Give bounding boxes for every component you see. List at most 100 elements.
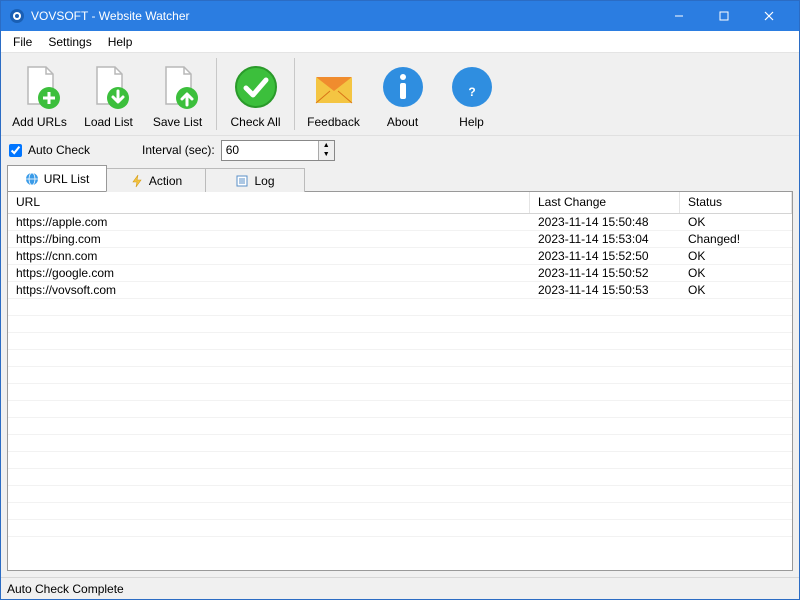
table-row: [8, 520, 792, 537]
load-list-button[interactable]: Load List: [74, 55, 143, 133]
cell-status: [680, 401, 792, 417]
toolbtn-label: About: [387, 115, 418, 129]
table-row: [8, 350, 792, 367]
cell-url: [8, 367, 530, 383]
interval-label: Interval (sec):: [142, 143, 215, 157]
cell-last-change: [530, 503, 680, 519]
toolbar-separator: [216, 58, 217, 130]
cell-last-change: 2023-11-14 15:50:53: [530, 282, 680, 298]
table-row: [8, 333, 792, 350]
log-icon: [235, 174, 249, 188]
cell-status: [680, 316, 792, 332]
cell-status: OK: [680, 282, 792, 298]
table-row: [8, 469, 792, 486]
cell-status: OK: [680, 265, 792, 281]
table-row[interactable]: https://vovsoft.com2023-11-14 15:50:53OK: [8, 282, 792, 299]
cell-url: https://vovsoft.com: [8, 282, 530, 298]
info-circle-icon: [379, 63, 427, 111]
window-title: VOVSOFT - Website Watcher: [31, 9, 189, 23]
cell-url: [8, 418, 530, 434]
tab-url-list[interactable]: URL List: [7, 165, 107, 191]
document-upload-icon: [154, 63, 202, 111]
add-urls-button[interactable]: Add URLs: [5, 55, 74, 133]
document-download-icon: [85, 63, 133, 111]
auto-check-checkbox[interactable]: [9, 144, 22, 157]
cell-status: [680, 350, 792, 366]
cell-status: [680, 486, 792, 502]
cell-last-change: [530, 316, 680, 332]
cell-last-change: [530, 418, 680, 434]
table-row[interactable]: https://google.com2023-11-14 15:50:52OK: [8, 265, 792, 282]
help-button[interactable]: ? Help: [437, 55, 506, 133]
cell-last-change: [530, 452, 680, 468]
cell-last-change: [530, 333, 680, 349]
table-row: [8, 401, 792, 418]
table-row[interactable]: https://cnn.com2023-11-14 15:52:50OK: [8, 248, 792, 265]
tab-label: Log: [254, 174, 274, 188]
cell-last-change: 2023-11-14 15:50:48: [530, 214, 680, 230]
cell-status: [680, 299, 792, 315]
menu-help[interactable]: Help: [100, 33, 141, 51]
minimize-button[interactable]: [656, 1, 701, 31]
options-row: Auto Check Interval (sec): ▲ ▼: [1, 136, 799, 164]
table-row[interactable]: https://apple.com2023-11-14 15:50:48OK: [8, 214, 792, 231]
cell-url: https://bing.com: [8, 231, 530, 247]
column-header-url[interactable]: URL: [8, 192, 530, 213]
cell-url: [8, 333, 530, 349]
table-row: [8, 452, 792, 469]
cell-status: OK: [680, 248, 792, 264]
save-list-button[interactable]: Save List: [143, 55, 212, 133]
feedback-button[interactable]: Feedback: [299, 55, 368, 133]
url-table: URL Last Change Status https://apple.com…: [7, 191, 793, 571]
column-header-status[interactable]: Status: [680, 192, 792, 213]
cell-last-change: [530, 367, 680, 383]
svg-text:?: ?: [468, 85, 475, 99]
table-row[interactable]: https://bing.com2023-11-14 15:53:04Chang…: [8, 231, 792, 248]
table-row: [8, 384, 792, 401]
tab-log[interactable]: Log: [205, 168, 305, 192]
check-all-button[interactable]: Check All: [221, 55, 290, 133]
cell-status: [680, 503, 792, 519]
envelope-icon: [310, 63, 358, 111]
cell-last-change: [530, 486, 680, 502]
cell-status: OK: [680, 214, 792, 230]
document-plus-icon: [16, 63, 64, 111]
cell-status: Changed!: [680, 231, 792, 247]
spinner-down-button[interactable]: ▼: [319, 150, 334, 160]
titlebar: VOVSOFT - Website Watcher: [1, 1, 799, 31]
tab-action[interactable]: Action: [106, 168, 206, 192]
menu-file[interactable]: File: [5, 33, 40, 51]
tab-label: Action: [149, 174, 182, 188]
table-row: [8, 316, 792, 333]
main-window: VOVSOFT - Website Watcher File Settings …: [0, 0, 800, 600]
table-row: [8, 503, 792, 520]
table-header: URL Last Change Status: [8, 192, 792, 214]
interval-input[interactable]: [222, 141, 318, 160]
cell-last-change: [530, 350, 680, 366]
cell-url: [8, 520, 530, 536]
table-row: [8, 418, 792, 435]
status-text: Auto Check Complete: [7, 582, 124, 596]
cell-last-change: [530, 401, 680, 417]
cell-url: [8, 469, 530, 485]
spinner-up-button[interactable]: ▲: [319, 141, 334, 151]
about-button[interactable]: About: [368, 55, 437, 133]
cell-status: [680, 520, 792, 536]
cell-url: [8, 503, 530, 519]
cell-last-change: [530, 384, 680, 400]
cell-url: [8, 435, 530, 451]
cell-status: [680, 418, 792, 434]
status-bar: Auto Check Complete: [1, 577, 799, 599]
cell-last-change: [530, 520, 680, 536]
close-button[interactable]: [746, 1, 791, 31]
tab-label: URL List: [44, 172, 90, 186]
app-icon: [9, 8, 25, 24]
menu-settings[interactable]: Settings: [40, 33, 99, 51]
cell-url: [8, 350, 530, 366]
cell-url: https://cnn.com: [8, 248, 530, 264]
toolbar-separator: [294, 58, 295, 130]
cell-status: [680, 435, 792, 451]
column-header-last-change[interactable]: Last Change: [530, 192, 680, 213]
maximize-button[interactable]: [701, 1, 746, 31]
cell-status: [680, 367, 792, 383]
